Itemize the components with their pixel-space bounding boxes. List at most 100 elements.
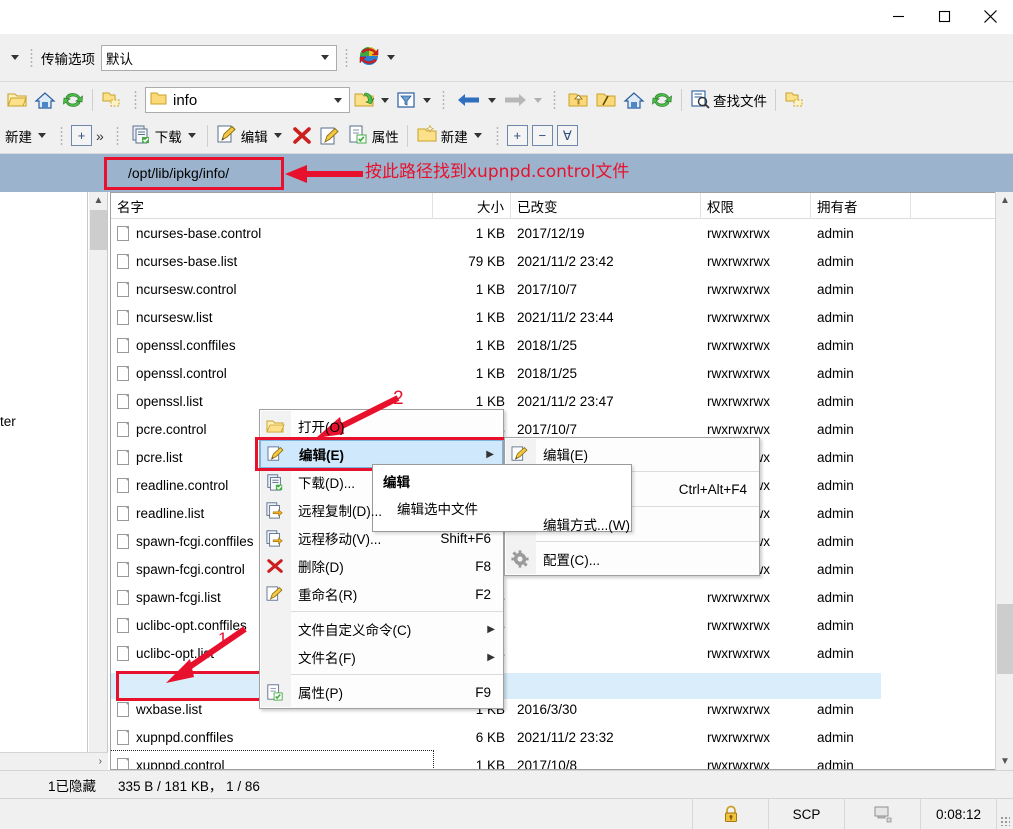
menu-item-file-names[interactable]: 文件名(F) ▶ [260,643,503,671]
add-bookmark-icon[interactable] [98,85,126,115]
toolbar-gripper[interactable] [30,48,33,68]
deselect-all-button[interactable]: − [532,125,553,146]
new-button[interactable]: 新建 [2,121,52,151]
column-header-owner[interactable]: 拥有者 [811,193,911,219]
table-row[interactable]: uclibc-opt.list1 KBrwxrwxrwxadmin [111,639,1013,667]
new-folder-button[interactable]: 新建 [413,121,488,151]
scroll-down-icon[interactable]: ▼ [996,753,1013,770]
toolbar-gripper-4[interactable] [442,90,445,110]
back-caret[interactable] [488,98,496,103]
submenu-item-edit-with[interactable]: 编辑方式...(W) [505,510,759,538]
left-pane-expand-bar[interactable]: › [0,752,108,770]
home-icon-2[interactable] [620,85,648,115]
edit-caret[interactable] [274,133,282,138]
options-overflow-caret[interactable] [11,55,19,60]
filter-icon[interactable] [392,85,420,115]
table-row[interactable]: xupnpd.control1 KB2017/10/8rwxrwxrwxadmi… [111,751,1013,770]
file-owner-cell: admin [811,471,911,499]
submenu-item-configure[interactable]: 配置(C)... [505,545,759,573]
invert-selection-button[interactable]: ∀ [557,125,578,146]
download-button[interactable]: 下载 [127,121,202,151]
select-all-button[interactable]: + [507,125,528,146]
new-folder-caret[interactable] [474,133,482,138]
toolbar-gripper-3[interactable] [134,90,137,110]
transfer-options-combo[interactable]: 默认 [101,45,337,71]
menu-item-rename[interactable]: 重命名(R) F2 [260,580,503,608]
refresh-icon-2[interactable] [648,85,676,115]
current-path-field[interactable]: /opt/lib/ipkg/info/ [122,159,274,187]
new-caret[interactable] [38,133,46,138]
toolbar-gripper-5[interactable] [553,90,556,110]
download-caret[interactable] [188,133,196,138]
edit-pencil-icon [505,440,535,468]
column-header-name[interactable]: 名字 [111,193,433,219]
menu-item-accel: F2 [475,587,503,602]
properties-button[interactable]: 属性 [344,121,402,151]
file-name-label: ncursesw.list [136,310,213,325]
protocol-indicator[interactable]: SCP [769,799,845,829]
menu-item-delete[interactable]: 删除(D) F8 [260,552,503,580]
root-directory-icon[interactable] [592,85,620,115]
filter-caret[interactable] [423,98,431,103]
expand-all-button[interactable]: + [71,125,92,146]
toolbar-gripper-2[interactable] [345,48,348,68]
new-directory-icon[interactable] [781,85,809,115]
refresh-icon[interactable] [59,85,87,115]
toolbar-gripper-8[interactable] [496,126,499,146]
menu-item-file-custom-commands[interactable]: 文件自定义命令(C) ▶ [260,615,503,643]
left-pane-expand-label[interactable]: › [99,756,102,767]
toolbar-gripper-7[interactable] [116,126,119,146]
open-directory-icon[interactable] [350,85,378,115]
table-row[interactable]: openssl.list1 KB2021/11/2 23:47rwxrwxrwx… [111,387,1013,415]
table-row[interactable]: ncurses-base.control1 KB2017/12/19rwxrwx… [111,219,1013,247]
file-owner-cell: admin [811,443,911,471]
parent-directory-icon[interactable] [564,85,592,115]
file-panel-scrollbar[interactable]: ▲ ▼ [995,192,1013,770]
open-folder-icon[interactable] [3,85,31,115]
home-icon[interactable] [31,85,59,115]
resize-grip[interactable] [997,799,1013,829]
toolbar-gripper-6[interactable] [60,126,63,146]
table-row[interactable]: ncurses-base.list79 KB2021/11/2 23:42rwx… [111,247,1013,275]
maximize-button[interactable] [921,0,967,33]
delete-x-icon[interactable] [288,121,316,151]
table-row[interactable]: spawn-fcgi.list1 KBrwxrwxrwxadmin [111,583,1013,611]
table-row[interactable]: ncursesw.list1 KB2021/11/2 23:44rwxrwxrw… [111,303,1013,331]
lock-icon[interactable] [693,799,769,829]
table-row[interactable]: uclibc-opt.conffiles1 KBrwxrwxrwxadmin [111,611,1013,639]
column-header-modified[interactable]: 已改变 [511,193,701,219]
scroll-thumb[interactable] [997,604,1013,674]
forward-arrow-icon[interactable] [499,85,531,115]
column-header-size[interactable]: 大小 [433,193,511,219]
left-pane-scrollbar[interactable]: ▲ ▼ [89,192,108,770]
menu-item-download[interactable]: 下载(D)... [260,468,503,496]
table-row[interactable]: ncursesw.control1 KB2017/10/7rwxrwxrwxad… [111,275,1013,303]
session-icon[interactable] [845,799,921,829]
find-files-button[interactable]: 查找文件 [687,85,770,115]
scroll-up-icon[interactable]: ▲ [996,192,1013,209]
scroll-thumb[interactable] [90,210,107,250]
chevron-down-icon[interactable] [334,98,342,103]
chevron-down-icon[interactable] [321,55,329,60]
edit-button[interactable]: 编辑 [213,121,288,151]
sync-browsing-icon[interactable] [358,45,380,70]
table-row[interactable]: openssl.control1 KB2018/1/25rwxrwxrwxadm… [111,359,1013,387]
minimize-button[interactable] [875,0,921,33]
path-combo[interactable]: info [145,87,350,113]
open-directory-caret[interactable] [381,98,389,103]
table-row[interactable]: openssl.conffiles1 KB2018/1/25rwxrwxrwxa… [111,331,1013,359]
menu-item-edit[interactable]: 编辑(E) ▶ [260,440,503,468]
sync-dropdown-caret[interactable] [387,55,395,60]
column-header-permissions[interactable]: 权限 [701,193,811,219]
back-arrow-icon[interactable] [453,85,485,115]
scroll-up-icon[interactable]: ▲ [89,192,108,209]
close-button[interactable] [967,0,1013,33]
forward-caret[interactable] [534,98,542,103]
rename-icon[interactable] [316,121,344,151]
menu-item-remote-copy[interactable]: 远程复制(D)... [260,496,503,524]
menu-item-properties[interactable]: 属性(P) F9 [260,678,503,706]
submenu-item-edit[interactable]: 编辑(E) [505,440,759,468]
toolbar-overflow-button[interactable]: » [92,128,108,144]
menu-item-open[interactable]: 打开(O) [260,412,503,440]
table-row[interactable]: xupnpd.conffiles6 KB2021/11/2 23:32rwxrw… [111,723,1013,751]
